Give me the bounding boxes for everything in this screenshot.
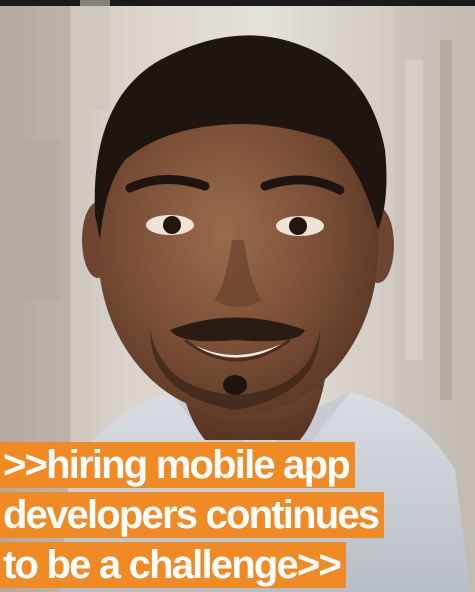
headline-line-2: developers continues (0, 492, 475, 542)
headline-line-1-text: >>hiring mobile app (0, 442, 355, 488)
headline-line-3-text: to be a challenge>> (0, 542, 347, 588)
headline-line-2-text: developers continues (0, 492, 385, 538)
article-photo-frame: >>hiring mobile app developers continues… (0, 0, 475, 592)
headline-line-3: to be a challenge>> (0, 542, 475, 592)
headline-line-1: >>hiring mobile app (0, 442, 475, 492)
headline-caption: >>hiring mobile app developers continues… (0, 442, 475, 592)
